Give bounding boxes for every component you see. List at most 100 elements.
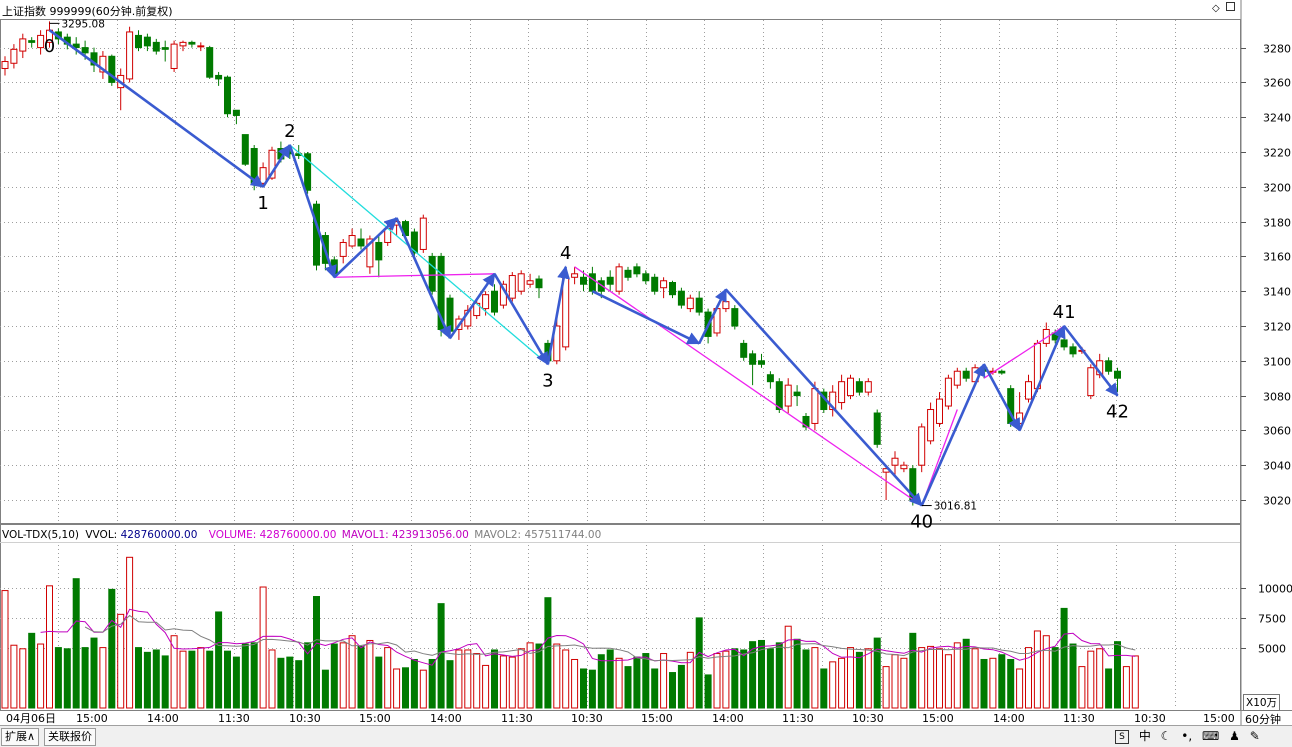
candle-up — [784, 384, 792, 407]
high-marker-label: 3295.08 — [62, 18, 105, 30]
candle-up — [339, 241, 347, 257]
volume-bar — [393, 668, 401, 709]
volume-bar — [1078, 666, 1086, 709]
candle-down — [241, 134, 249, 165]
punctuation-icon[interactable]: •, — [1181, 729, 1192, 743]
time-tick-label: 14:00 — [993, 712, 1025, 725]
vol-indicator-name: VOL-TDX(5,10) — [2, 529, 80, 541]
candle-up — [900, 464, 908, 470]
volume-bar — [384, 647, 392, 709]
volume-bar — [562, 649, 570, 709]
volume-bar — [232, 656, 240, 709]
keyboard-icon[interactable]: ⌨ — [1202, 729, 1219, 743]
ime-toolbar[interactable]: S 中 ☾ •, ⌨ ♟ ✎ — [1115, 728, 1260, 744]
volume-bar — [731, 648, 739, 709]
volume-bar — [855, 651, 863, 709]
volume-bar — [206, 650, 214, 709]
candle-up — [918, 426, 926, 466]
candle-down — [357, 238, 365, 247]
price-tick-label: 3200 — [1263, 182, 1291, 195]
volume-bar — [1042, 635, 1050, 709]
settings-icon[interactable]: ✎ — [1250, 729, 1260, 743]
candle-up — [562, 276, 570, 348]
tab-expand[interactable]: 扩展∧ — [1, 728, 40, 746]
candle-up — [419, 217, 427, 250]
volume-bar — [553, 643, 561, 709]
volume-bar — [802, 649, 810, 709]
candle-up — [864, 381, 872, 393]
candle-up — [526, 280, 534, 285]
volume-bar — [713, 653, 721, 709]
candle-up — [660, 280, 668, 289]
candle-down — [606, 276, 614, 285]
moon-icon[interactable]: ☾ — [1161, 729, 1172, 743]
volume-bar — [1105, 668, 1113, 709]
wave-point-label: 4 — [560, 243, 571, 264]
volume-bar — [259, 586, 267, 709]
volume-bar — [161, 655, 169, 709]
volume-bar — [544, 597, 552, 709]
volume-bar — [473, 653, 481, 709]
ime-language[interactable]: 中 — [1139, 729, 1151, 743]
volume-bar — [268, 649, 276, 709]
volume-bar — [357, 645, 365, 709]
volume-bar — [348, 635, 356, 709]
candle-down — [206, 47, 214, 78]
chart-canvas[interactable]: 3020304030603080310031203140316031803200… — [0, 0, 1292, 746]
candle-down — [695, 297, 703, 313]
candle-up — [891, 457, 899, 466]
restore-icon[interactable] — [1225, 2, 1235, 11]
candle-down — [793, 391, 801, 397]
price-tick-label: 3240 — [1263, 112, 1291, 125]
volume-bar — [330, 643, 338, 709]
candle-down — [135, 34, 142, 49]
volume-bar — [1096, 648, 1104, 709]
volume-bar — [517, 648, 525, 709]
diamond-icon[interactable]: ◇ — [1212, 3, 1220, 14]
chart-window: 3020 3040 3060 3080 3100 3120 3140 3160 3180 3200… — [0, 0, 1292, 747]
volume-bar — [980, 658, 988, 709]
candle-up — [1016, 412, 1024, 424]
volume-bar — [37, 643, 45, 709]
time-tick-label: 11:30 — [782, 712, 814, 725]
volume-unit-label: X10万 — [1243, 694, 1281, 711]
price-tick-label: 3160 — [1263, 251, 1291, 264]
volume-bar — [482, 664, 490, 709]
window-controls[interactable]: ◇ — [1212, 2, 1235, 14]
mavol2-value: 457511744.00 — [524, 529, 602, 541]
wave-point-label: 40 — [910, 512, 933, 533]
candle-up — [517, 273, 525, 292]
volume-bar — [838, 657, 846, 709]
tab-related-quotes[interactable]: 关联报价 — [44, 728, 96, 746]
candle-up — [197, 45, 205, 48]
candle-down — [152, 41, 160, 52]
user-icon[interactable]: ♟ — [1229, 729, 1240, 743]
wave-point-label: 1 — [257, 193, 268, 214]
volume-value: 428760000.00 — [259, 529, 337, 541]
time-tick-label: 10:30 — [289, 712, 321, 725]
volume-bar — [81, 647, 89, 709]
volume-bar — [677, 664, 685, 709]
volume-bar — [215, 611, 223, 709]
ime-logo-icon[interactable]: S — [1115, 729, 1129, 744]
volume-bar — [998, 654, 1006, 709]
volume-bar — [1, 590, 9, 709]
volume-bar — [909, 632, 917, 709]
volume-bar — [464, 649, 472, 709]
time-tick-label: 10:30 — [571, 712, 603, 725]
volume-bar — [1060, 607, 1068, 709]
price-tick-label: 3180 — [1263, 217, 1291, 230]
volume-bar — [250, 642, 258, 709]
volume-bar — [1051, 647, 1059, 709]
volume-bar — [811, 647, 819, 709]
volume-bar — [72, 578, 80, 709]
mavol2-label: MAVOL2: — [474, 529, 522, 541]
price-tick-label: 3040 — [1263, 460, 1291, 473]
candle-down — [855, 381, 863, 393]
candle-up — [348, 235, 356, 247]
time-tick-label: 14:00 — [430, 712, 462, 725]
volume-bar — [606, 649, 614, 709]
volume-bar — [704, 674, 712, 709]
volume-bar — [419, 669, 427, 709]
volume-bar — [1033, 630, 1041, 709]
